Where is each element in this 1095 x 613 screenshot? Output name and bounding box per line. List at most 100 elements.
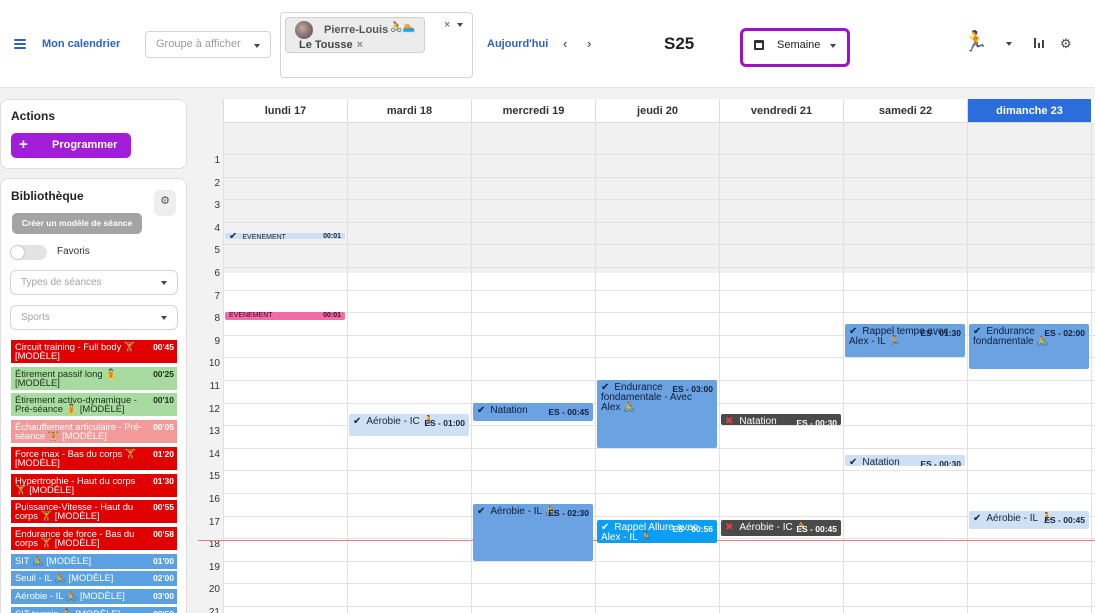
event-title: EVENEMENT: [229, 312, 273, 320]
calendar-event[interactable]: ✔ EVENEMENT 00:01: [225, 233, 345, 240]
hour-label: 19: [208, 561, 220, 573]
template-item[interactable]: Étirement passif long 🧘 [MODÈLE] 00'25: [11, 366, 177, 390]
template-duration: 00'10: [153, 395, 174, 406]
template-duration: 01'30: [153, 475, 174, 486]
check-icon: ✔: [229, 233, 238, 240]
day-header[interactable]: mardi 18: [347, 99, 471, 123]
template-name: Hypertrophie - Haut du corps 🏋 [MODÈLE]: [15, 474, 136, 495]
plus-icon: +: [19, 136, 28, 153]
template-item[interactable]: SIT terrain 🏃 [MODÈLE]00'50: [11, 606, 177, 613]
event-duration: ES - 01:00: [424, 417, 465, 428]
template-duration: 03'00: [153, 591, 174, 601]
next-week-icon[interactable]: ›: [587, 36, 591, 51]
previous-week-icon[interactable]: ‹: [563, 36, 567, 51]
event-title: Aérobie - IL 🚴: [490, 506, 557, 518]
athlete-chip[interactable]: Pierre-Louis 🚴🏊 Le Tousse ×: [285, 17, 425, 53]
library-settings-gear-icon[interactable]: ⚙: [154, 190, 176, 216]
event-title: Natation: [862, 456, 900, 466]
stats-icon[interactable]: [1034, 38, 1046, 48]
template-item[interactable]: Étirement activo-dynamique - Pré-séance …: [11, 393, 177, 417]
template-item[interactable]: Puissance-Vitesse - Haut du corps 🏋 [MOD…: [11, 500, 177, 524]
calendar-event[interactable]: ✔ Rappel tempo avec Alex - IL 🏃 ES - 01:30: [845, 323, 965, 358]
athlete-selector[interactable]: Pierre-Louis 🚴🏊 Le Tousse × ×: [280, 12, 473, 78]
event-duration: ES - 00:45: [548, 406, 589, 417]
calendar-event[interactable]: ✔ Rappel Allure avec Alex - IL 🏃 ES - 00:5…: [597, 520, 717, 543]
template-name: Seuil - IL 🚴 [MODÈLE]: [15, 572, 114, 584]
template-duration: 01'20: [153, 448, 174, 459]
cancelled-icon: ✖: [725, 522, 734, 534]
clear-athlete-icon[interactable]: ×: [444, 19, 450, 31]
calendar-title[interactable]: Mon calendrier: [42, 38, 120, 50]
day-header[interactable]: lundi 17: [223, 99, 347, 123]
template-duration: 00'45: [153, 342, 174, 352]
view-select[interactable]: Semaine: [740, 28, 850, 67]
template-item[interactable]: Circuit training - Full body 🏋 [MODÈLE] 0…: [11, 340, 177, 363]
hour-label: 11: [209, 381, 220, 392]
calendar-event[interactable]: ✔ Aérobie - IC 🏃 ES - 01:00: [349, 413, 469, 437]
calendar-event[interactable]: ✖ Natation ES - 00:30: [721, 413, 841, 426]
template-item[interactable]: Hypertrophie - Haut du corps 🏋 [MODÈLE] 0…: [11, 473, 177, 497]
chevron-down-icon[interactable]: [1006, 42, 1012, 46]
template-item[interactable]: Aérobie - IL 🚴 [MODÈLE] 03'00: [11, 589, 177, 604]
day-header[interactable]: dimanche 23: [967, 99, 1091, 123]
program-button[interactable]: + Programmer: [11, 133, 131, 158]
hour-label: 2: [214, 177, 220, 189]
calendar-icon: [754, 40, 764, 50]
hour-line: [223, 606, 1095, 607]
week-calendar: 1 2 3 4 5 6 7 8 9 10 11 12 13 14 15 16 17 18 19 20 21 lundi 1…: [198, 99, 1095, 613]
hour-label: 5: [214, 245, 220, 257]
event-title: Natation: [739, 415, 777, 426]
calendar-event[interactable]: ✔ Natation ES - 00:45: [473, 402, 593, 421]
hamburger-menu-icon[interactable]: [14, 39, 26, 49]
hour-line: [223, 176, 1095, 178]
day-header[interactable]: jeudi 20: [595, 99, 719, 123]
day-header[interactable]: samedi 22: [843, 99, 967, 123]
event-duration: ES - 00:45: [1044, 515, 1085, 526]
template-item[interactable]: SIT 🚴 [MODÈLE] 01'00: [11, 553, 177, 569]
event-title: Endurance fondamentale 🚴: [973, 325, 1049, 347]
group-select[interactable]: Groupe à afficher: [145, 31, 271, 58]
hour-line: [223, 357, 1095, 359]
template-duration: 00'05: [153, 422, 174, 433]
create-template-button[interactable]: Créer un modèle de séance: [12, 213, 142, 234]
athlete-club: Le Tousse ×: [299, 39, 363, 51]
calendar-event[interactable]: EVENEMENT 00:01: [225, 312, 345, 321]
calendar-event[interactable]: ✔ Endurance fondamentale - Avec Alex 🚴 ES …: [597, 380, 717, 448]
hour-line: [223, 470, 1095, 472]
event-duration: 00:01: [323, 233, 341, 240]
top-bar: Mon calendrier Groupe à afficher Pierre-…: [0, 0, 1095, 88]
template-name: Étirement passif long 🧘 [MODÈLE]: [15, 367, 117, 388]
event-duration: ES - 00:56: [672, 524, 713, 535]
library-title: Bibliothèque: [11, 189, 84, 203]
day-header[interactable]: mercredi 19: [471, 99, 595, 123]
calendar-event[interactable]: ✔ Aérobie - IL 🚴 ES - 02:30: [473, 504, 593, 561]
hour-line: [223, 447, 1095, 449]
settings-gear-icon[interactable]: ⚙: [1060, 36, 1072, 52]
template-item[interactable]: Force max - Bas du corps 🏋 [MODÈLE] 01'20: [11, 446, 177, 470]
hour-label: 4: [214, 222, 220, 234]
group-select-placeholder: Groupe à afficher: [156, 38, 241, 50]
template-name: Circuit training - Full body 🏋 [MODÈLE]: [15, 341, 136, 361]
remove-club-icon[interactable]: ×: [357, 39, 363, 51]
event-title: EVENEMENT: [242, 234, 286, 240]
check-icon: ✔: [353, 415, 362, 427]
hour-label: 1: [214, 155, 220, 166]
template-name: Étirement activo-dynamique - Pré-séance …: [15, 394, 137, 415]
calendar-event[interactable]: ✔ Natation ES - 00:30: [845, 454, 965, 466]
runner-icon[interactable]: 🏃: [963, 32, 988, 52]
session-types-select[interactable]: Types de séances: [10, 270, 178, 295]
favorites-toggle[interactable]: [10, 245, 47, 260]
calendar-event[interactable]: ✔ Endurance fondamentale 🚴 ES - 02:00: [969, 323, 1089, 369]
template-item[interactable]: Endurance de force - Bas du corps 🏋 [MOD…: [11, 526, 177, 550]
hour-label: 7: [214, 290, 220, 302]
calendar-event[interactable]: ✖ Aérobie - IC 🏃 ES - 00:45: [721, 520, 841, 536]
day-header[interactable]: vendredi 21: [719, 99, 843, 123]
chevron-down-icon[interactable]: [457, 23, 463, 27]
sports-select[interactable]: Sports: [10, 305, 178, 330]
chevron-down-icon: [161, 316, 167, 320]
template-item[interactable]: Seuil - IL 🚴 [MODÈLE] 02'00: [11, 571, 177, 587]
calendar-event[interactable]: ✔ Aérobie - IL 🏃 ES - 00:45: [969, 511, 1089, 530]
check-icon: ✔: [477, 506, 486, 518]
template-item[interactable]: Échauffement articulaire - Pré-séance 🏋 …: [11, 420, 177, 444]
today-button[interactable]: Aujourd'hui: [487, 38, 548, 50]
